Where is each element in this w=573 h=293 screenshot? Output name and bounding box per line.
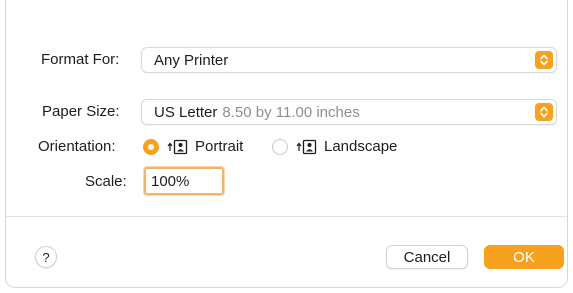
help-button[interactable]: ? bbox=[35, 246, 57, 268]
landscape-label[interactable]: Landscape bbox=[324, 138, 397, 155]
orientation-label: Orientation: bbox=[38, 138, 116, 155]
landscape-radio[interactable] bbox=[272, 139, 288, 155]
scale-label: Scale: bbox=[85, 173, 127, 190]
landscape-orientation-icon bbox=[296, 139, 318, 160]
divider bbox=[6, 216, 567, 217]
paper-size-popup[interactable]: US Letter 8.50 by 11.00 inches bbox=[141, 99, 557, 125]
format-for-popup[interactable]: Any Printer bbox=[141, 47, 557, 73]
page-setup-dialog: Format For: Any Printer Paper Size: US L… bbox=[5, 0, 568, 288]
cancel-button[interactable]: Cancel bbox=[386, 245, 468, 269]
paper-size-value: US Letter bbox=[154, 103, 218, 121]
chevron-up-down-icon bbox=[535, 51, 553, 69]
ok-button[interactable]: OK bbox=[484, 245, 564, 269]
scale-input[interactable] bbox=[144, 167, 224, 195]
format-for-value: Any Printer bbox=[154, 51, 229, 69]
portrait-label[interactable]: Portrait bbox=[195, 138, 243, 155]
portrait-orientation-icon bbox=[167, 139, 189, 160]
format-for-label: Format For: bbox=[41, 51, 120, 68]
chevron-up-down-icon bbox=[535, 103, 553, 121]
paper-size-label: Paper Size: bbox=[42, 103, 120, 120]
portrait-radio[interactable] bbox=[143, 139, 159, 155]
paper-size-detail: 8.50 by 11.00 inches bbox=[222, 103, 360, 121]
